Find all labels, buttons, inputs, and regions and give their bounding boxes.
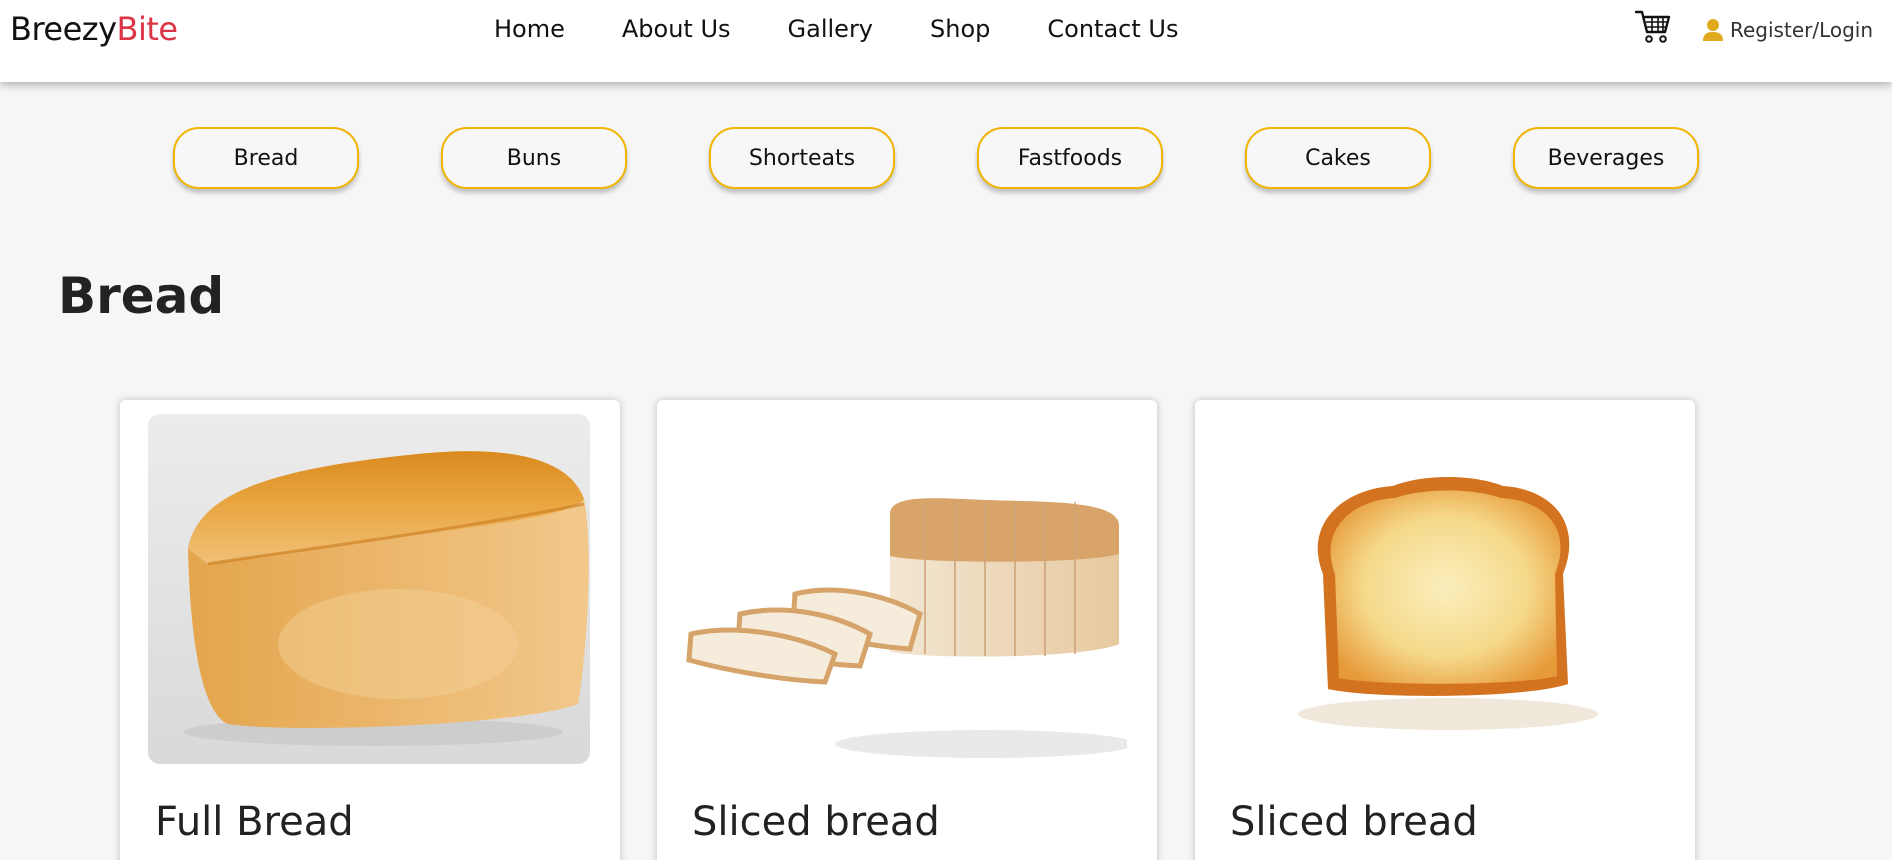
product-title: Sliced bread [692,799,940,845]
product-image-toast-slice [1223,414,1665,764]
nav-link-gallery[interactable]: Gallery [788,14,873,44]
section-title: Bread [58,267,225,325]
brand-name-part2: Bite [116,10,179,48]
product-card[interactable]: Sliced bread [657,400,1157,860]
nav-link-contact-us[interactable]: Contact Us [1047,14,1178,44]
product-card[interactable]: Sliced bread [1195,400,1695,860]
brand-name-part1: Breezy [10,10,117,48]
nav-link-shop[interactable]: Shop [930,14,990,44]
category-pill-bread[interactable]: Bread [173,127,359,189]
user-icon [1703,19,1723,41]
category-pill-fastfoods[interactable]: Fastfoods [977,127,1163,189]
nav-link-home[interactable]: Home [494,14,565,44]
product-image-sliced-bread [685,414,1127,764]
category-pill-shorteats[interactable]: Shorteats [709,127,895,189]
category-pill-cakes[interactable]: Cakes [1245,127,1431,189]
top-navbar: BreezyBite Home About Us Gallery Shop Co… [0,0,1892,82]
register-login-label: Register/Login [1730,18,1874,42]
category-pill-beverages[interactable]: Beverages [1513,127,1699,189]
main-nav: Home About Us Gallery Shop Contact Us [494,14,1235,44]
product-card[interactable]: Full Bread [120,400,620,860]
brand-logo[interactable]: BreezyBite [10,10,178,48]
product-title: Sliced bread [1230,799,1478,845]
product-title: Full Bread [155,799,354,845]
register-login-link[interactable]: Register/Login [1702,16,1873,44]
product-image-full-bread [148,414,590,764]
cart-icon[interactable] [1634,8,1672,44]
category-pill-buns[interactable]: Buns [441,127,627,189]
nav-link-about-us[interactable]: About Us [622,14,731,44]
